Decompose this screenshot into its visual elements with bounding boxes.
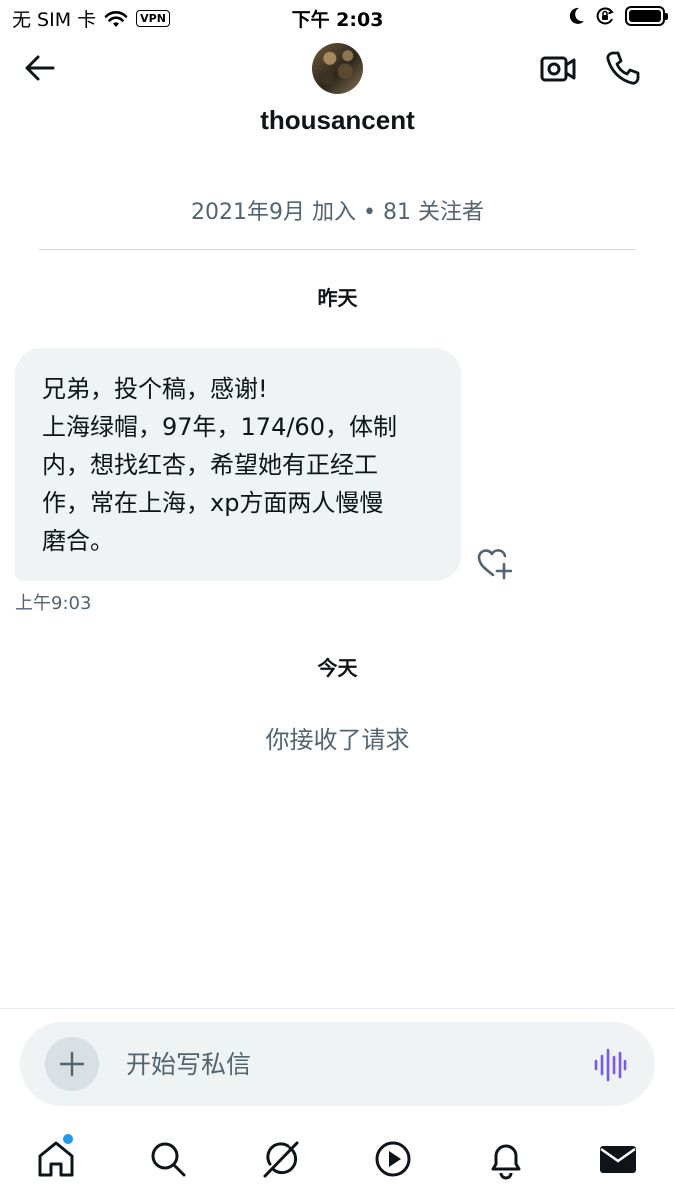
- voice-wave-icon: [594, 1048, 627, 1082]
- heart-plus-icon: [477, 549, 513, 580]
- arrow-left-icon: [25, 55, 55, 81]
- video-call-button[interactable]: [539, 50, 577, 88]
- profile-meta: 2021年9月 加入 • 81 关注者: [191, 200, 484, 225]
- plus-icon: [59, 1051, 85, 1077]
- composer-divider: [0, 1008, 675, 1009]
- nav-video[interactable]: [372, 1138, 414, 1180]
- nav-notifications[interactable]: [485, 1138, 527, 1180]
- status-bar: 无 SIM 卡 VPN 下午 2:03: [0, 0, 675, 34]
- profile-name[interactable]: thousancent: [0, 105, 675, 136]
- message-line: 兄弟，投个稿，感谢!: [42, 375, 268, 403]
- home-notification-dot: [63, 1134, 73, 1144]
- voice-call-button[interactable]: [604, 49, 642, 87]
- message-input[interactable]: [126, 1044, 566, 1084]
- play-icon: [375, 1141, 411, 1177]
- composer: [20, 1022, 655, 1106]
- nav-search[interactable]: [147, 1138, 189, 1180]
- battery-icon: [625, 6, 668, 26]
- voice-message-button[interactable]: [592, 1048, 628, 1082]
- video-camera-icon: [540, 56, 576, 82]
- bottom-nav: [0, 1120, 675, 1200]
- orientation-lock-icon: [596, 7, 614, 25]
- message-line: 内，想找红杏，希望她有正经工: [42, 451, 378, 479]
- message-line: 作，常在上海，xp方面两人慢慢: [42, 489, 384, 517]
- message-bubble[interactable]: 兄弟，投个稿，感谢! 上海绿帽，97年，174/60，体制 内，想找红杏，希望她…: [15, 348, 461, 581]
- nav-messages[interactable]: [597, 1138, 639, 1180]
- system-note: 你接收了请求: [265, 726, 410, 754]
- nav-home[interactable]: [35, 1138, 77, 1180]
- nav-grok[interactable]: [260, 1138, 302, 1180]
- divider: [39, 249, 636, 250]
- day-label-today: 今天: [317, 656, 358, 680]
- message-time: 上午9:03: [15, 593, 92, 614]
- bell-icon: [491, 1144, 521, 1180]
- add-media-button[interactable]: [45, 1037, 99, 1091]
- grok-icon: [263, 1141, 299, 1178]
- message-line: 磨合。: [42, 527, 114, 555]
- moon-icon: [569, 7, 584, 24]
- mail-icon: [600, 1146, 636, 1173]
- home-icon: [38, 1141, 74, 1177]
- message-line: 上海绿帽，97年，174/60，体制: [42, 413, 397, 441]
- back-button[interactable]: [22, 50, 58, 86]
- day-label-yesterday: 昨天: [317, 286, 358, 310]
- phone-icon: [606, 51, 640, 85]
- avatar[interactable]: [312, 43, 363, 94]
- search-icon: [151, 1142, 186, 1177]
- status-right: [569, 6, 668, 26]
- react-button[interactable]: [476, 546, 513, 580]
